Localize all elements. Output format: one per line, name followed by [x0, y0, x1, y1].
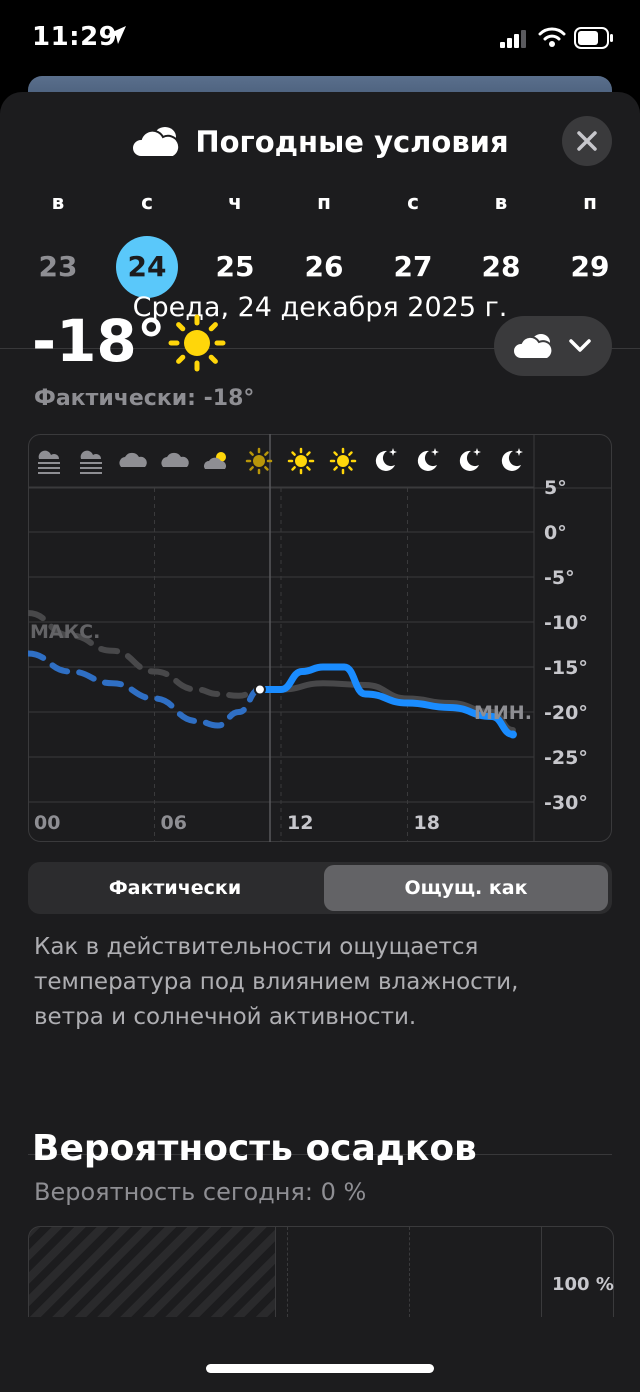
cloud-icon — [512, 334, 554, 360]
wifi-icon — [538, 27, 566, 47]
series-feels-like — [256, 663, 517, 738]
day-number: 29 — [570, 250, 610, 283]
cellular-signal-icon — [500, 30, 526, 48]
sheet-title-row: Погодные условия — [0, 122, 640, 162]
day-number: 26 — [304, 250, 344, 283]
segment-actual[interactable]: Фактически — [32, 865, 318, 911]
condition-menu-button[interactable] — [494, 316, 612, 376]
temperature-chart-svg: 5° 0° -5° -10° -15° -20° -25° -30° 00 06 12 18 МАКС.… — [25, 434, 612, 842]
day-weekday: в — [494, 190, 508, 214]
day-number: 24 — [116, 236, 178, 298]
x-tick-label: 06 — [161, 812, 187, 834]
series-end-point — [508, 730, 517, 739]
day-26[interactable]: п 26 — [289, 190, 359, 298]
close-icon — [577, 131, 597, 151]
moon-icon — [459, 448, 481, 471]
max-label: МАКС. — [30, 621, 100, 643]
day-number: 25 — [215, 250, 255, 283]
chevron-down-icon — [569, 339, 591, 352]
x-tick-label: 00 — [34, 812, 60, 834]
day-number: 23 — [38, 250, 78, 283]
day-weekday: с — [141, 190, 153, 214]
y-tick-label: -30° — [544, 792, 588, 814]
precipitation-subtitle: Вероятность сегодня: 0 % — [34, 1178, 367, 1206]
day-23[interactable]: в 23 — [23, 190, 93, 298]
day-24[interactable]: с 24 — [112, 190, 182, 298]
feels-like-description: Как в действительности ощущается темпера… — [34, 934, 519, 1030]
y-tick-label: -20° — [544, 702, 588, 724]
temperature-mode-segmented-control: Фактически Ощущ. как — [28, 862, 612, 914]
precipitation-chart — [28, 1226, 614, 1317]
day-29[interactable]: п 29 — [555, 190, 625, 298]
day-weekday: в — [51, 190, 65, 214]
sheet-title: Погодные условия — [195, 125, 509, 159]
cloud-icon — [161, 452, 189, 467]
day-weekday: п — [583, 190, 597, 214]
current-point — [253, 683, 266, 696]
fog-icon — [80, 450, 102, 474]
y-tick-label: 0° — [544, 522, 567, 544]
location-arrow-icon — [108, 26, 126, 44]
sun-icon — [245, 447, 273, 475]
status-time: 11:29 — [32, 22, 118, 52]
segment-feels-like[interactable]: Ощущ. как — [324, 865, 608, 911]
day-28[interactable]: в 28 — [466, 190, 536, 298]
conditions-sheet: Погодные условия в 23 с 24 ч 25 п 26 с 27 в 28 п 29 С… — [0, 92, 640, 1392]
sun-icon — [287, 447, 315, 475]
partly-sunny-icon — [204, 452, 226, 469]
temperature-chart: 5° 0° -5° -10° -15° -20° -25° -30° 00 06 12 18 МАКС.… — [25, 434, 612, 842]
x-tick-label: 18 — [414, 812, 440, 834]
moon-icon — [375, 448, 397, 471]
min-label: МИН. — [474, 702, 532, 724]
series-feels-like-past — [25, 650, 263, 729]
day-number: 28 — [481, 250, 521, 283]
y-tick-label: -10° — [544, 612, 588, 634]
actual-temperature: Фактически: -18° — [34, 386, 255, 411]
cloud-icon — [131, 127, 181, 158]
y-tick-label: -25° — [544, 747, 588, 769]
day-number: 27 — [393, 250, 433, 283]
precipitation-axis-label: 100 % — [552, 1274, 614, 1295]
day-weekday: ч — [228, 190, 242, 214]
fog-icon — [38, 450, 60, 474]
moon-icon — [501, 448, 523, 471]
home-indicator — [206, 1364, 434, 1373]
cloud-icon — [119, 452, 147, 467]
day-25[interactable]: ч 25 — [200, 190, 270, 298]
day-weekday: п — [317, 190, 331, 214]
past-hours-hatch — [29, 1227, 275, 1317]
chart-frame — [28, 434, 612, 842]
precipitation-title: Вероятность осадков — [32, 1128, 477, 1169]
status-bar: 11:29 — [0, 0, 640, 80]
day-27[interactable]: с 27 — [378, 190, 448, 298]
x-tick-label: 12 — [287, 812, 313, 834]
sun-icon — [329, 447, 357, 475]
sun-icon — [168, 314, 226, 372]
close-button[interactable] — [562, 116, 612, 166]
y-tick-label: 5° — [544, 477, 567, 499]
day-weekday: с — [407, 190, 419, 214]
battery-icon — [574, 27, 613, 49]
current-temperature: -18° — [32, 307, 166, 375]
y-tick-label: -15° — [544, 657, 588, 679]
y-tick-label: -5° — [544, 567, 575, 589]
moon-icon — [417, 448, 439, 471]
